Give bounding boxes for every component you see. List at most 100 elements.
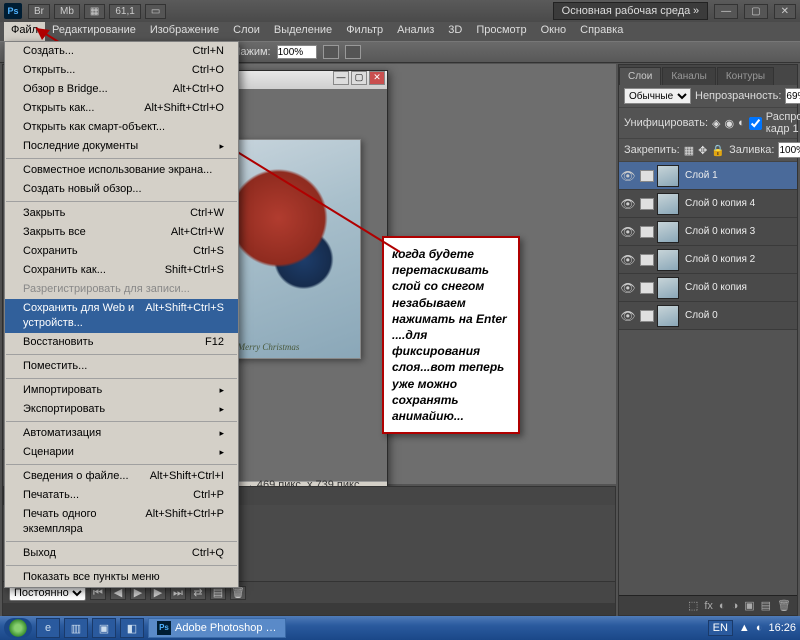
- zoom-value[interactable]: 61,1: [109, 4, 140, 19]
- menu-edit[interactable]: Редактирование: [45, 22, 143, 41]
- menu-3d[interactable]: 3D: [441, 22, 469, 41]
- airbrush-icon[interactable]: [323, 45, 339, 59]
- animation-scrollbar[interactable]: [3, 603, 615, 615]
- layer-row[interactable]: 👁Слой 0 копия 3: [619, 218, 797, 246]
- layer-thumbnail[interactable]: [657, 221, 679, 243]
- taskbar-ie-icon[interactable]: e: [36, 618, 60, 638]
- layer-row[interactable]: 👁Слой 0 копия: [619, 274, 797, 302]
- file-menu-dropdown[interactable]: Создать...Ctrl+NОткрыть...Ctrl+OОбзор в …: [4, 41, 239, 588]
- menu-item[interactable]: Показать все пункты меню: [5, 568, 238, 587]
- mini-bridge-icon[interactable]: Mb: [54, 4, 80, 19]
- menu-select[interactable]: Выделение: [267, 22, 339, 41]
- menu-help[interactable]: Справка: [573, 22, 630, 41]
- workspace-switcher[interactable]: Основная рабочая среда »: [553, 2, 709, 20]
- propagate-checkbox[interactable]: [749, 117, 762, 130]
- menu-item[interactable]: Сценарии: [5, 443, 238, 462]
- link-layers-icon[interactable]: ⬚: [688, 599, 698, 612]
- adjustment-layer-icon[interactable]: ◑: [732, 600, 739, 612]
- language-indicator[interactable]: EN: [708, 620, 733, 636]
- menu-item[interactable]: Последние документы: [5, 137, 238, 156]
- menu-item[interactable]: Обзор в Bridge...Alt+Ctrl+O: [5, 80, 238, 99]
- fill-input[interactable]: [778, 142, 800, 158]
- layer-checkbox[interactable]: [640, 282, 654, 294]
- taskbar-media-icon[interactable]: ▣: [92, 618, 116, 638]
- menu-item[interactable]: Печатать...Ctrl+P: [5, 486, 238, 505]
- blend-mode-select[interactable]: Обычные: [624, 88, 691, 104]
- menu-item[interactable]: Экспортировать: [5, 400, 238, 419]
- unify-position-icon[interactable]: ◈: [712, 117, 720, 130]
- bridge-icon[interactable]: Br: [28, 4, 50, 19]
- minimize-button[interactable]: —: [714, 4, 738, 19]
- menu-item[interactable]: Создать новый обзор...: [5, 180, 238, 199]
- menu-item[interactable]: Сохранить для Web и устройств...Alt+Shif…: [5, 299, 238, 333]
- menu-item[interactable]: Открыть как смарт-объект...: [5, 118, 238, 137]
- tab-channels[interactable]: Каналы: [662, 67, 716, 85]
- menu-view[interactable]: Просмотр: [469, 22, 533, 41]
- lock-all-icon[interactable]: 🔒: [711, 144, 725, 157]
- layer-row[interactable]: 👁Слой 1: [619, 162, 797, 190]
- trash-icon[interactable]: 🗑: [777, 599, 791, 612]
- screen-mode-icon[interactable]: ▭: [145, 4, 166, 19]
- menu-item[interactable]: ЗакрытьCtrl+W: [5, 204, 238, 223]
- taskbar-explorer-icon[interactable]: ▥: [64, 618, 88, 638]
- layer-row[interactable]: 👁Слой 0 копия 4: [619, 190, 797, 218]
- close-button[interactable]: ✕: [774, 4, 796, 19]
- doc-minimize-button[interactable]: —: [333, 71, 349, 85]
- menu-item[interactable]: Сохранить как...Shift+Ctrl+S: [5, 261, 238, 280]
- layer-thumbnail[interactable]: [657, 277, 679, 299]
- view-tool-icon[interactable]: ▦: [84, 4, 105, 19]
- taskbar-photoshop-button[interactable]: Ps Adobe Photoshop …: [148, 618, 286, 638]
- menu-item[interactable]: Поместить...: [5, 357, 238, 376]
- lock-position-icon[interactable]: ✥: [698, 144, 707, 157]
- visibility-eye-icon[interactable]: 👁: [619, 309, 637, 323]
- menu-item[interactable]: Создать...Ctrl+N: [5, 42, 238, 61]
- layer-mask-icon[interactable]: ◐: [719, 600, 726, 612]
- taskbar-app-icon[interactable]: ◧: [120, 618, 144, 638]
- main-menubar[interactable]: Файл Редактирование Изображение Слои Выд…: [0, 22, 800, 41]
- menu-layers[interactable]: Слои: [226, 22, 267, 41]
- menu-window[interactable]: Окно: [534, 22, 574, 41]
- visibility-eye-icon[interactable]: 👁: [619, 169, 637, 183]
- tab-paths[interactable]: Контуры: [717, 67, 774, 85]
- visibility-eye-icon[interactable]: 👁: [619, 197, 637, 211]
- clock[interactable]: 16:26: [768, 622, 796, 634]
- menu-item[interactable]: ВыходCtrl+Q: [5, 544, 238, 563]
- layer-checkbox[interactable]: [640, 170, 654, 182]
- tab-layers[interactable]: Слои: [619, 67, 661, 85]
- layer-thumbnail[interactable]: [657, 305, 679, 327]
- layer-checkbox[interactable]: [640, 254, 654, 266]
- layer-thumbnail[interactable]: [657, 249, 679, 271]
- tray-icon[interactable]: ◐: [756, 622, 763, 634]
- menu-item[interactable]: Разрегистрировать для записи...: [5, 280, 238, 299]
- menu-item[interactable]: Импортировать: [5, 381, 238, 400]
- menu-item[interactable]: СохранитьCtrl+S: [5, 242, 238, 261]
- layer-thumbnail[interactable]: [657, 193, 679, 215]
- visibility-eye-icon[interactable]: 👁: [619, 281, 637, 295]
- canvas-image[interactable]: [221, 139, 361, 359]
- flow-input[interactable]: [277, 45, 317, 59]
- layer-row[interactable]: 👁Слой 0: [619, 302, 797, 330]
- new-layer-icon[interactable]: ▤: [761, 599, 771, 612]
- menu-filter[interactable]: Фильтр: [339, 22, 390, 41]
- layer-thumbnail[interactable]: [657, 165, 679, 187]
- tray-icon[interactable]: ▲: [739, 622, 750, 634]
- menu-image[interactable]: Изображение: [143, 22, 226, 41]
- menu-analysis[interactable]: Анализ: [390, 22, 441, 41]
- menu-item[interactable]: Открыть...Ctrl+O: [5, 61, 238, 80]
- menu-item[interactable]: ВосстановитьF12: [5, 333, 238, 352]
- unify-style-icon[interactable]: ◐: [738, 117, 745, 129]
- visibility-eye-icon[interactable]: 👁: [619, 225, 637, 239]
- layer-opacity-input[interactable]: [785, 88, 800, 104]
- doc-maximize-button[interactable]: ▢: [351, 71, 367, 85]
- group-icon[interactable]: ▣: [744, 599, 754, 612]
- layer-fx-icon[interactable]: fx: [704, 600, 713, 612]
- menu-item[interactable]: Сведения о файле...Alt+Shift+Ctrl+I: [5, 467, 238, 486]
- doc-close-button[interactable]: ✕: [369, 71, 385, 85]
- maximize-button[interactable]: ▢: [744, 4, 767, 19]
- layer-checkbox[interactable]: [640, 198, 654, 210]
- menu-file[interactable]: Файл: [4, 22, 45, 41]
- menu-item[interactable]: Автоматизация: [5, 424, 238, 443]
- start-button[interactable]: [4, 618, 32, 638]
- layer-checkbox[interactable]: [640, 226, 654, 238]
- visibility-eye-icon[interactable]: 👁: [619, 253, 637, 267]
